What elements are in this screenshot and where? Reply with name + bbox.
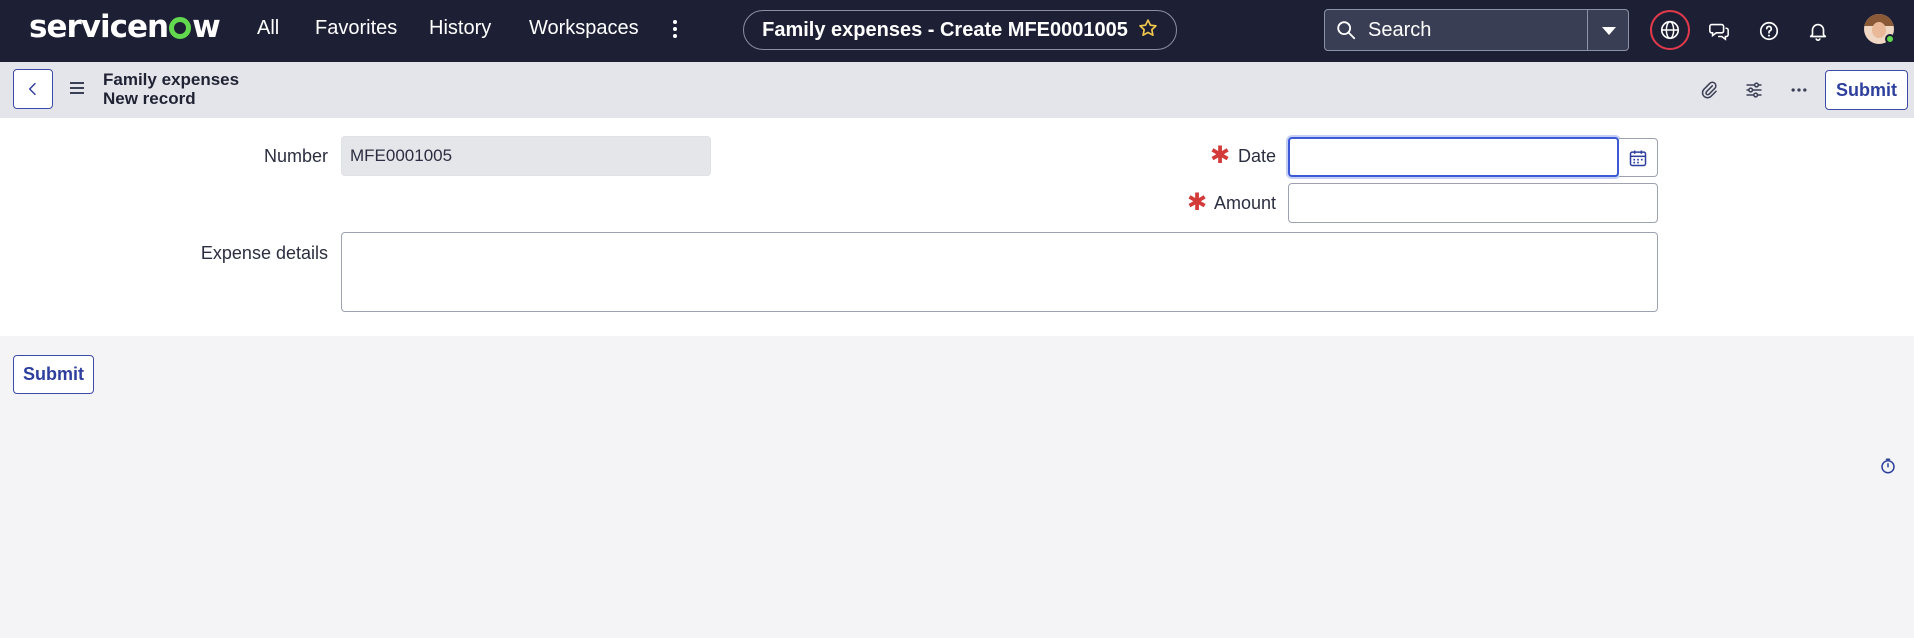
search-icon (1335, 19, 1357, 46)
nav-workspaces[interactable]: Workspaces (529, 17, 639, 40)
more-icon[interactable] (1787, 78, 1811, 102)
nav-all[interactable]: All (257, 17, 279, 40)
amount-field[interactable] (1288, 183, 1658, 223)
date-label: Date (1237, 146, 1276, 166)
number-label: Number (263, 146, 328, 166)
record-state: New record (103, 89, 196, 108)
amount-label: Amount (1213, 193, 1276, 213)
chevron-down-icon[interactable] (1602, 27, 1616, 35)
chat-icon[interactable] (1700, 12, 1738, 50)
search-divider (1587, 10, 1588, 50)
expense-details-textarea[interactable] (341, 232, 1658, 312)
expense-details-label: Expense details (200, 243, 328, 263)
nav-favorites[interactable]: Favorites (315, 17, 397, 40)
star-icon[interactable] (1138, 18, 1158, 43)
back-icon (28, 82, 36, 96)
bell-icon[interactable] (1799, 12, 1837, 50)
attachment-icon[interactable] (1697, 78, 1721, 102)
global-search[interactable]: Search (1324, 9, 1629, 51)
search-input[interactable]: Search (1368, 19, 1431, 42)
nav-more-icon[interactable] (668, 17, 682, 41)
date-required-marker: ✱ (1210, 142, 1231, 169)
top-navigation: servicen w All Favorites History Workspac… (0, 0, 1914, 62)
back-button[interactable] (13, 69, 53, 109)
submit-button-footer[interactable]: Submit (13, 355, 94, 394)
table-name: Family expenses (103, 70, 240, 89)
help-icon[interactable] (1750, 12, 1788, 50)
current-page-title: Family expenses - Create MFE0001005 (762, 18, 1128, 41)
record-title: Family expenses New record (103, 70, 239, 108)
timer-icon[interactable] (1879, 457, 1897, 480)
menu-icon[interactable] (70, 82, 84, 97)
current-page-pill[interactable]: Family expenses - Create MFE0001005 (743, 10, 1177, 50)
form-header: Family expenses New record Submit (0, 62, 1914, 118)
amount-required-marker: ✱ (1187, 189, 1208, 216)
nav-history[interactable]: History (429, 17, 491, 40)
globe-icon[interactable] (1650, 10, 1690, 50)
date-field[interactable] (1288, 137, 1619, 177)
servicenow-logo[interactable]: servicen w (29, 9, 221, 45)
settings-sliders-icon[interactable] (1742, 78, 1766, 102)
submit-button-header[interactable]: Submit (1825, 70, 1908, 110)
number-field: MFE0001005 (341, 136, 711, 176)
calendar-icon[interactable] (1619, 138, 1658, 177)
presence-indicator (1885, 34, 1895, 44)
